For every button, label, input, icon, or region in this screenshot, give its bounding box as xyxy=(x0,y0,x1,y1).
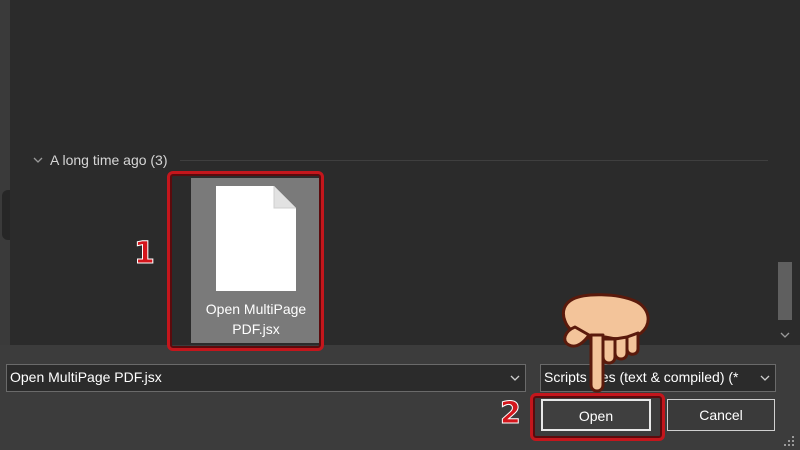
group-divider xyxy=(180,160,768,161)
chevron-down-icon[interactable] xyxy=(509,371,521,385)
open-button-highlight-box xyxy=(530,393,665,441)
scrollbar-thumb[interactable] xyxy=(778,262,792,320)
resize-grip-icon[interactable] xyxy=(780,432,796,448)
group-header-label: A long time ago (3) xyxy=(50,152,168,168)
pane-splitter[interactable] xyxy=(2,190,10,240)
open-file-dialog: A long time ago (3) Open MultiPage PDF.j… xyxy=(0,0,800,450)
scroll-down-icon[interactable] xyxy=(778,328,792,342)
file-highlight-box xyxy=(167,171,324,351)
file-browser: A long time ago (3) Open MultiPage PDF.j… xyxy=(10,0,776,345)
step-number-1: 1 xyxy=(134,236,156,272)
step-number-2: 2 xyxy=(500,396,522,432)
chevron-down-icon[interactable] xyxy=(32,154,44,166)
pointing-hand-icon xyxy=(561,293,650,393)
file-name-value[interactable]: Open MultiPage PDF.jsx xyxy=(10,369,162,385)
navigation-pane-edge xyxy=(0,0,10,345)
group-header[interactable]: A long time ago (3) xyxy=(32,151,168,169)
cancel-button[interactable]: Cancel xyxy=(667,399,775,431)
file-name-combobox[interactable]: Open MultiPage PDF.jsx xyxy=(6,364,526,392)
vertical-scrollbar[interactable] xyxy=(776,0,800,345)
chevron-down-icon[interactable] xyxy=(759,371,771,385)
